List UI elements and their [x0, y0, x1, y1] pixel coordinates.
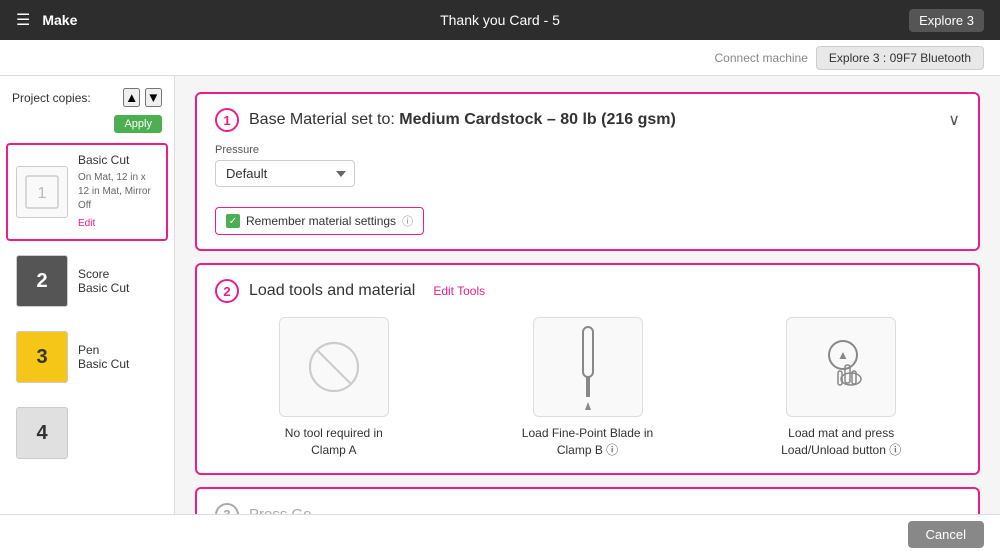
- topbar: ☰ Make Thank you Card - 5 Explore 3: [0, 0, 1000, 40]
- section-3-title: Press Go: [249, 506, 312, 514]
- tools-row: No tool required inClamp A Load Fine-Poi…: [215, 317, 960, 459]
- bottombar: Cancel: [0, 514, 1000, 554]
- device-selector[interactable]: Explore 3 : 09F7 Bluetooth: [816, 46, 984, 70]
- copies-stepper[interactable]: ▲ ▼: [123, 88, 162, 107]
- pressure-section: Pressure Default More Less: [215, 144, 960, 187]
- thumbnail-4: 4: [16, 407, 68, 459]
- section-2-header: 2 Load tools and material Edit Tools: [215, 279, 960, 303]
- tool-item-2: Load Fine-Point Blade inClamp B ⓘ: [469, 317, 707, 459]
- section-3-header: 3 Press Go: [215, 503, 960, 514]
- menu-icon[interactable]: ☰: [16, 10, 30, 30]
- sidebar-item-1[interactable]: 1 Basic Cut On Mat, 12 in x 12 in Mat, M…: [6, 143, 168, 241]
- content-area: 1 Base Material set to: Medium Cardstock…: [175, 76, 1000, 514]
- remember-material-row: ✓ Remember material settings ⓘ: [215, 207, 424, 235]
- thumbnail-1: 1: [16, 166, 68, 218]
- tool-2-info: ⓘ: [606, 443, 618, 457]
- tool-icon-3: ▲: [786, 317, 896, 417]
- pressure-label: Pressure: [215, 144, 960, 156]
- sidebar-item-label-1: Basic Cut: [78, 153, 158, 167]
- svg-text:▲: ▲: [837, 348, 849, 362]
- apply-button[interactable]: Apply: [114, 115, 162, 133]
- tool-item-1: No tool required inClamp A: [215, 317, 453, 459]
- sidebar: Project copies: ▲ ▼ Apply 1 Basic Cut On…: [0, 76, 175, 514]
- section-1-collapse-icon[interactable]: ∨: [948, 110, 960, 130]
- main-content: Project copies: ▲ ▼ Apply 1 Basic Cut On…: [0, 76, 1000, 514]
- subbar: Connect machine Explore 3 : 09F7 Bluetoo…: [0, 40, 1000, 76]
- tool-label-3: Load mat and pressLoad/Unload button ⓘ: [781, 425, 901, 459]
- connect-machine-button[interactable]: Connect machine: [715, 51, 808, 65]
- section-1-card: 1 Base Material set to: Medium Cardstock…: [195, 92, 980, 251]
- sidebar-item-label-2: ScoreBasic Cut: [78, 267, 129, 295]
- project-copies-label: Project copies:: [12, 91, 91, 105]
- sidebar-edit-1[interactable]: Edit: [78, 218, 95, 229]
- section-1-material: Medium Cardstock – 80 lb (216 gsm): [399, 111, 676, 128]
- section-1-prefix: Base Material set to:: [249, 111, 395, 128]
- tool-icon-1: [279, 317, 389, 417]
- remember-info-icon[interactable]: ⓘ: [402, 213, 413, 229]
- thumbnail-2: 2: [16, 255, 68, 307]
- remember-checkbox[interactable]: ✓: [226, 214, 240, 228]
- pressure-select[interactable]: Default More Less: [215, 160, 355, 187]
- section-1-header: 1 Base Material set to: Medium Cardstock…: [215, 108, 960, 132]
- section-1-number: 1: [215, 108, 239, 132]
- tool-icon-2: [533, 317, 643, 417]
- section-3-card: 3 Press Go Speed automatically set for t…: [195, 487, 980, 514]
- section-2-number: 2: [215, 279, 239, 303]
- tool-label-2: Load Fine-Point Blade inClamp B ⓘ: [522, 425, 653, 459]
- section-2-card: 2 Load tools and material Edit Tools No …: [195, 263, 980, 475]
- sidebar-item-2[interactable]: 2 ScoreBasic Cut: [6, 245, 168, 317]
- page-title: Thank you Card - 5: [440, 12, 560, 28]
- tool-item-3: ▲ Load mat and pressLoad/Unload button ⓘ: [722, 317, 960, 459]
- sidebar-header: Project copies: ▲ ▼: [0, 84, 174, 115]
- tool-3-info: ⓘ: [889, 443, 901, 457]
- sidebar-item-4[interactable]: 4: [6, 397, 168, 469]
- section-3-number: 3: [215, 503, 239, 514]
- make-label: Make: [42, 12, 77, 28]
- copies-down[interactable]: ▼: [145, 88, 162, 107]
- svg-text:1: 1: [38, 185, 47, 202]
- sidebar-item-label-3: PenBasic Cut: [78, 343, 129, 371]
- tool-label-1: No tool required inClamp A: [285, 425, 383, 459]
- explore-button[interactable]: Explore 3: [909, 9, 984, 32]
- sidebar-item-3[interactable]: 3 PenBasic Cut: [6, 321, 168, 393]
- edit-tools-link[interactable]: Edit Tools: [433, 284, 485, 298]
- copies-up[interactable]: ▲: [123, 88, 140, 107]
- thumbnail-3: 3: [16, 331, 68, 383]
- remember-label: Remember material settings: [246, 214, 396, 228]
- cancel-button[interactable]: Cancel: [908, 521, 984, 548]
- section-2-title: Load tools and material: [249, 282, 415, 300]
- sidebar-item-meta-1: On Mat, 12 in x 12 in Mat, Mirror Off: [78, 171, 158, 213]
- section-1-title: Base Material set to: Medium Cardstock –…: [249, 111, 676, 129]
